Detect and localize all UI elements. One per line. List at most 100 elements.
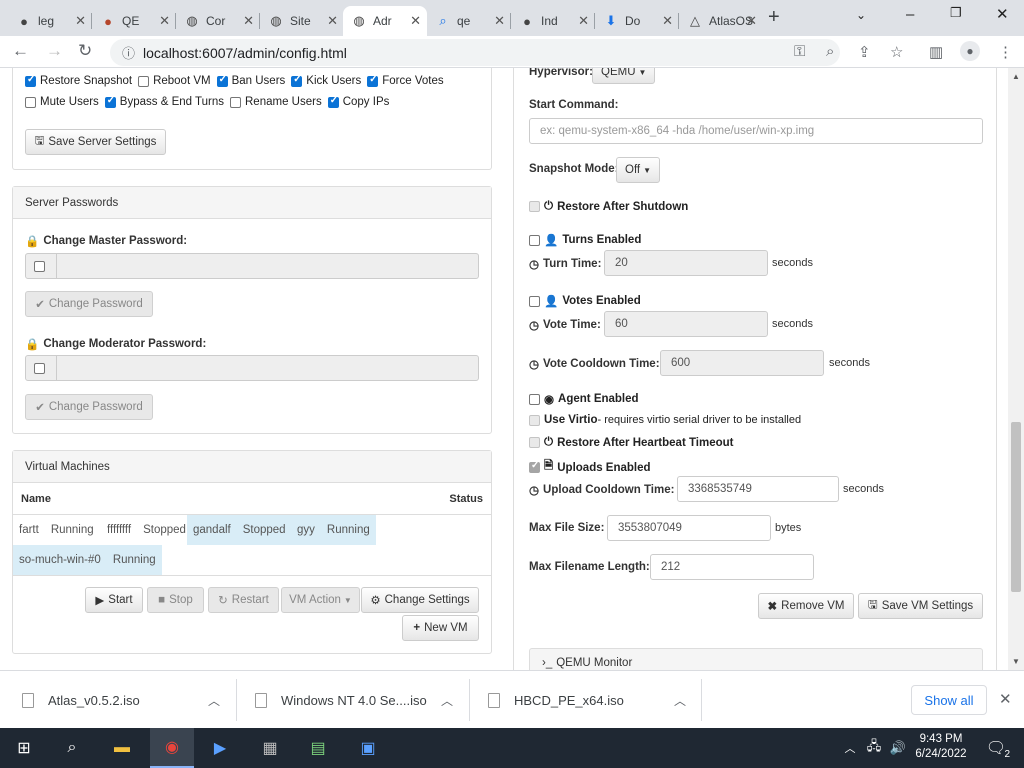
force-votes-checkbox[interactable] (367, 74, 379, 87)
vote-time-input[interactable]: 60 (604, 311, 768, 337)
upload-cooldown-input[interactable]: 3368535749 (677, 476, 839, 502)
windows-start-icon[interactable]: ⊞ (10, 734, 38, 762)
start-command-input[interactable]: ex: qemu-system-x86_64 -hda /home/user/w… (529, 118, 983, 144)
enable-checkbox[interactable] (33, 260, 45, 272)
browser-tab-active[interactable]: ◍ Adr ✕ (343, 6, 427, 36)
browser-tab[interactable]: ⌕ qe ✕ (427, 6, 511, 36)
restore-after-shutdown-checkbox[interactable] (529, 201, 540, 212)
moderator-password-input[interactable] (57, 356, 478, 380)
show-all-downloads-button[interactable]: Show all (911, 685, 987, 715)
restore-icon[interactable]: ❐ (950, 5, 962, 21)
scrollbar-thumb[interactable] (1011, 422, 1021, 592)
bookmark-star-icon[interactable]: ☆ (890, 43, 903, 61)
bypass-end-turns-checkbox[interactable] (104, 95, 116, 108)
kick-users-checkbox[interactable] (291, 74, 303, 87)
vm-item-selected[interactable]: gandalf Stopped (187, 515, 292, 545)
vm-item-selected[interactable]: so-much-win-#0 Running (13, 545, 162, 575)
vm-item[interactable]: ffffffff Stopped (101, 515, 192, 545)
forward-icon[interactable]: → (46, 41, 63, 61)
machine-icon[interactable]: ▦ (256, 734, 284, 762)
notepad-icon[interactable]: ▤ (304, 734, 332, 762)
browser-tab[interactable]: ● Ind ✕ (511, 6, 595, 36)
use-virtio-checkbox[interactable] (529, 414, 540, 426)
notification-center-icon[interactable]: 🗨 2 (982, 734, 1010, 762)
restart-vm-button[interactable]: ↻ Restart (208, 587, 279, 613)
browser-tab[interactable]: ● QE ✕ (92, 6, 176, 36)
search-icon[interactable]: ⌕ (58, 734, 86, 762)
browser-tab[interactable]: ◍ Site ✕ (260, 6, 344, 36)
restore-heartbeat-checkbox[interactable] (529, 437, 540, 448)
close-download-bar-icon[interactable]: ✕ (999, 690, 1012, 708)
change-settings-button[interactable]: ⚙ Change Settings (361, 587, 479, 613)
new-vm-button[interactable]: + New VM (402, 615, 479, 641)
save-server-settings-button[interactable]: 🖫 Save Server Settings (25, 129, 166, 155)
share-icon[interactable]: ⇪ (858, 43, 871, 61)
change-master-password-button[interactable]: ✔ Change Password (25, 291, 153, 317)
reboot-vm-checkbox[interactable] (138, 75, 150, 87)
vm-item[interactable]: fartt Running (13, 515, 100, 545)
remove-vm-button[interactable]: ✖ Remove VM (758, 593, 854, 619)
side-panel-icon[interactable]: ▥ (929, 43, 943, 61)
close-tab-icon[interactable]: ✕ (75, 13, 86, 29)
scroll-up-icon[interactable]: ▲ (1012, 72, 1020, 81)
close-tab-icon[interactable]: ✕ (159, 13, 170, 29)
volume-icon[interactable]: 🔊 (884, 734, 912, 762)
zoom-icon[interactable]: ⌕ (826, 43, 834, 60)
close-tab-icon[interactable]: ✕ (410, 13, 421, 29)
download-item[interactable]: Windows NT 4.0 Se....iso ︿ (255, 685, 455, 715)
master-password-toggle[interactable] (26, 254, 57, 278)
browser-tab[interactable]: ● leg ✕ (8, 6, 92, 36)
master-password-input[interactable] (57, 254, 478, 278)
start-vm-button[interactable]: ▶ Start (85, 587, 143, 613)
save-vm-settings-button[interactable]: 🖫 Save VM Settings (858, 593, 983, 619)
site-info-icon[interactable]: ⓘ (122, 43, 135, 62)
mute-users-checkbox[interactable] (25, 96, 36, 108)
close-tab-icon[interactable]: ✕ (243, 13, 254, 29)
chevron-up-icon[interactable]: ︿ (208, 692, 220, 709)
uploads-enabled-checkbox[interactable] (529, 460, 540, 473)
vote-cooldown-input[interactable]: 600 (660, 350, 824, 376)
close-tab-icon[interactable]: ✕ (578, 13, 589, 29)
votes-enabled-checkbox[interactable] (529, 295, 540, 307)
chevron-up-icon[interactable]: ︿ (674, 692, 686, 709)
snapshot-mode-dropdown[interactable]: Off ▼ (616, 157, 661, 183)
system-clock[interactable]: 9:43 PM 6/24/2022 (913, 732, 969, 762)
close-window-icon[interactable]: ✕ (996, 5, 1009, 23)
back-icon[interactable]: ← (12, 41, 29, 61)
chevron-up-icon[interactable]: ︿ (441, 692, 453, 709)
reload-icon[interactable]: ↻ (78, 41, 92, 61)
powershell-icon[interactable]: ▶ (206, 734, 234, 762)
close-tab-icon[interactable]: ✕ (662, 13, 673, 29)
address-bar[interactable]: ⓘ localhost:6007/admin/config.html (110, 39, 840, 66)
moderator-password-toggle[interactable] (26, 356, 57, 380)
new-tab-button[interactable]: + (768, 6, 780, 29)
download-item[interactable]: HBCD_PE_x64.iso ︿ (488, 685, 688, 715)
chrome-taskbar-icon[interactable]: ◉ (150, 728, 194, 768)
ban-users-checkbox[interactable] (216, 74, 228, 87)
menu-icon[interactable]: ⋮ (998, 43, 1013, 61)
browser-tab[interactable]: ◍ Cor ✕ (176, 6, 260, 36)
minimize-icon[interactable]: – (906, 6, 914, 23)
qemu-monitor-panel[interactable]: ›_ QEMU Monitor (529, 648, 983, 670)
change-moderator-password-button[interactable]: ✔ Change Password (25, 394, 153, 420)
stop-vm-button[interactable]: ■ Stop (147, 587, 204, 613)
download-item[interactable]: Atlas_v0.5.2.iso ︿ (22, 685, 222, 715)
turns-enabled-checkbox[interactable] (529, 234, 540, 246)
hypervisor-dropdown[interactable]: QEMU ▼ (592, 68, 656, 84)
file-explorer-icon[interactable]: ▬ (108, 734, 136, 762)
turn-time-input[interactable]: 20 (604, 250, 768, 276)
app-window-icon[interactable]: ▣ (354, 734, 382, 762)
key-icon[interactable]: ⚿ (794, 43, 805, 60)
vm-item-selected[interactable]: gyy Running (291, 515, 376, 545)
vm-action-dropdown[interactable]: VM Action ▼ (281, 587, 360, 613)
close-tab-icon[interactable]: ✕ (494, 13, 505, 29)
enable-checkbox[interactable] (33, 362, 45, 374)
max-file-size-input[interactable]: 3553807049 (607, 515, 771, 541)
tab-search-icon[interactable]: ⌄ (856, 8, 866, 22)
profile-avatar[interactable]: ● (960, 41, 980, 61)
close-tab-icon[interactable]: ✕ (746, 13, 757, 29)
copy-ips-checkbox[interactable] (327, 95, 339, 108)
browser-tab[interactable]: △ AtlasOS ✕ (679, 6, 763, 36)
agent-enabled-checkbox[interactable] (529, 393, 540, 405)
restore-snapshot-checkbox[interactable] (25, 74, 36, 87)
